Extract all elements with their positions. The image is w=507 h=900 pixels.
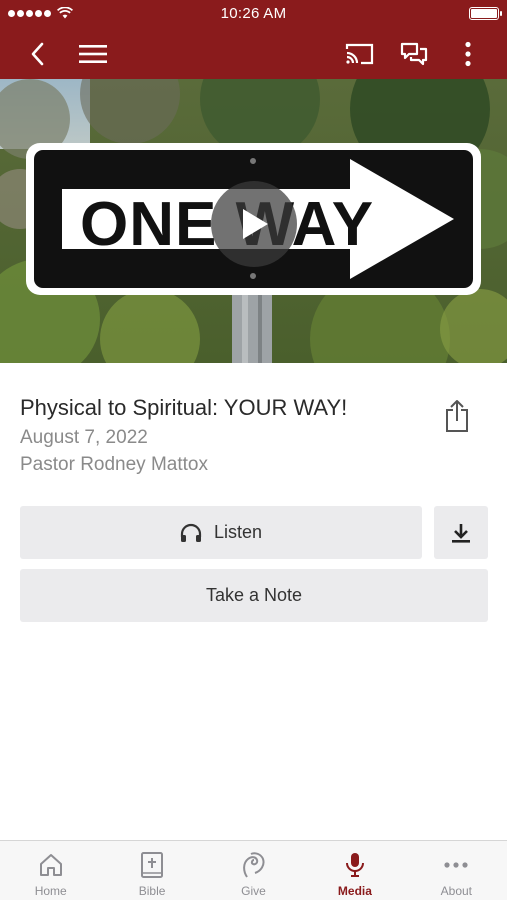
- cast-icon: [345, 43, 374, 64]
- chat-icon: [400, 42, 428, 65]
- chat-button[interactable]: [392, 28, 436, 79]
- microphone-icon: [345, 853, 364, 877]
- bottom-tab-bar: Home Bible Give Media About: [0, 840, 507, 900]
- status-time: 10:26 AM: [220, 5, 287, 22]
- give-icon: [242, 852, 264, 878]
- sermon-date: August 7, 2022: [20, 427, 148, 448]
- download-button[interactable]: [434, 506, 488, 559]
- sermon-title: Physical to Spiritual: YOUR WAY!: [20, 395, 348, 420]
- tab-home[interactable]: Home: [0, 841, 101, 900]
- tab-home-label: Home: [34, 884, 67, 898]
- listen-button[interactable]: Listen: [20, 506, 422, 559]
- take-a-note-label: Take a Note: [205, 585, 303, 605]
- tab-bible[interactable]: Bible: [101, 841, 202, 900]
- tab-media[interactable]: Media: [304, 841, 405, 900]
- share-icon: [446, 400, 468, 432]
- download-icon: [452, 523, 470, 543]
- play-icon: [243, 209, 268, 239]
- back-button[interactable]: [16, 28, 60, 79]
- cast-button[interactable]: [338, 28, 382, 79]
- status-bar: 10:26 AM: [0, 0, 507, 28]
- app-bar: [0, 28, 507, 79]
- bible-icon: [141, 852, 164, 878]
- tab-give-label: Give: [241, 884, 266, 898]
- play-button[interactable]: [211, 181, 297, 267]
- listen-label: Listen: [213, 522, 263, 542]
- tab-about[interactable]: About: [406, 841, 507, 900]
- tab-media-label: Media: [337, 884, 372, 898]
- back-icon: [31, 42, 44, 65]
- home-icon: [39, 854, 62, 876]
- tab-bible-label: Bible: [138, 884, 166, 898]
- battery-icon: [469, 7, 502, 20]
- menu-icon: [79, 44, 107, 63]
- share-button[interactable]: [438, 396, 476, 436]
- tab-give[interactable]: Give: [203, 841, 304, 900]
- tab-about-label: About: [440, 884, 472, 898]
- menu-button[interactable]: [71, 28, 115, 79]
- take-a-note-button[interactable]: Take a Note: [20, 569, 488, 622]
- more-vertical-icon: [465, 41, 471, 66]
- headphones-icon: [180, 523, 202, 542]
- more-options-button[interactable]: [446, 28, 490, 79]
- more-horizontal-icon: [444, 862, 468, 868]
- sermon-speaker: Pastor Rodney Mattox: [20, 454, 208, 475]
